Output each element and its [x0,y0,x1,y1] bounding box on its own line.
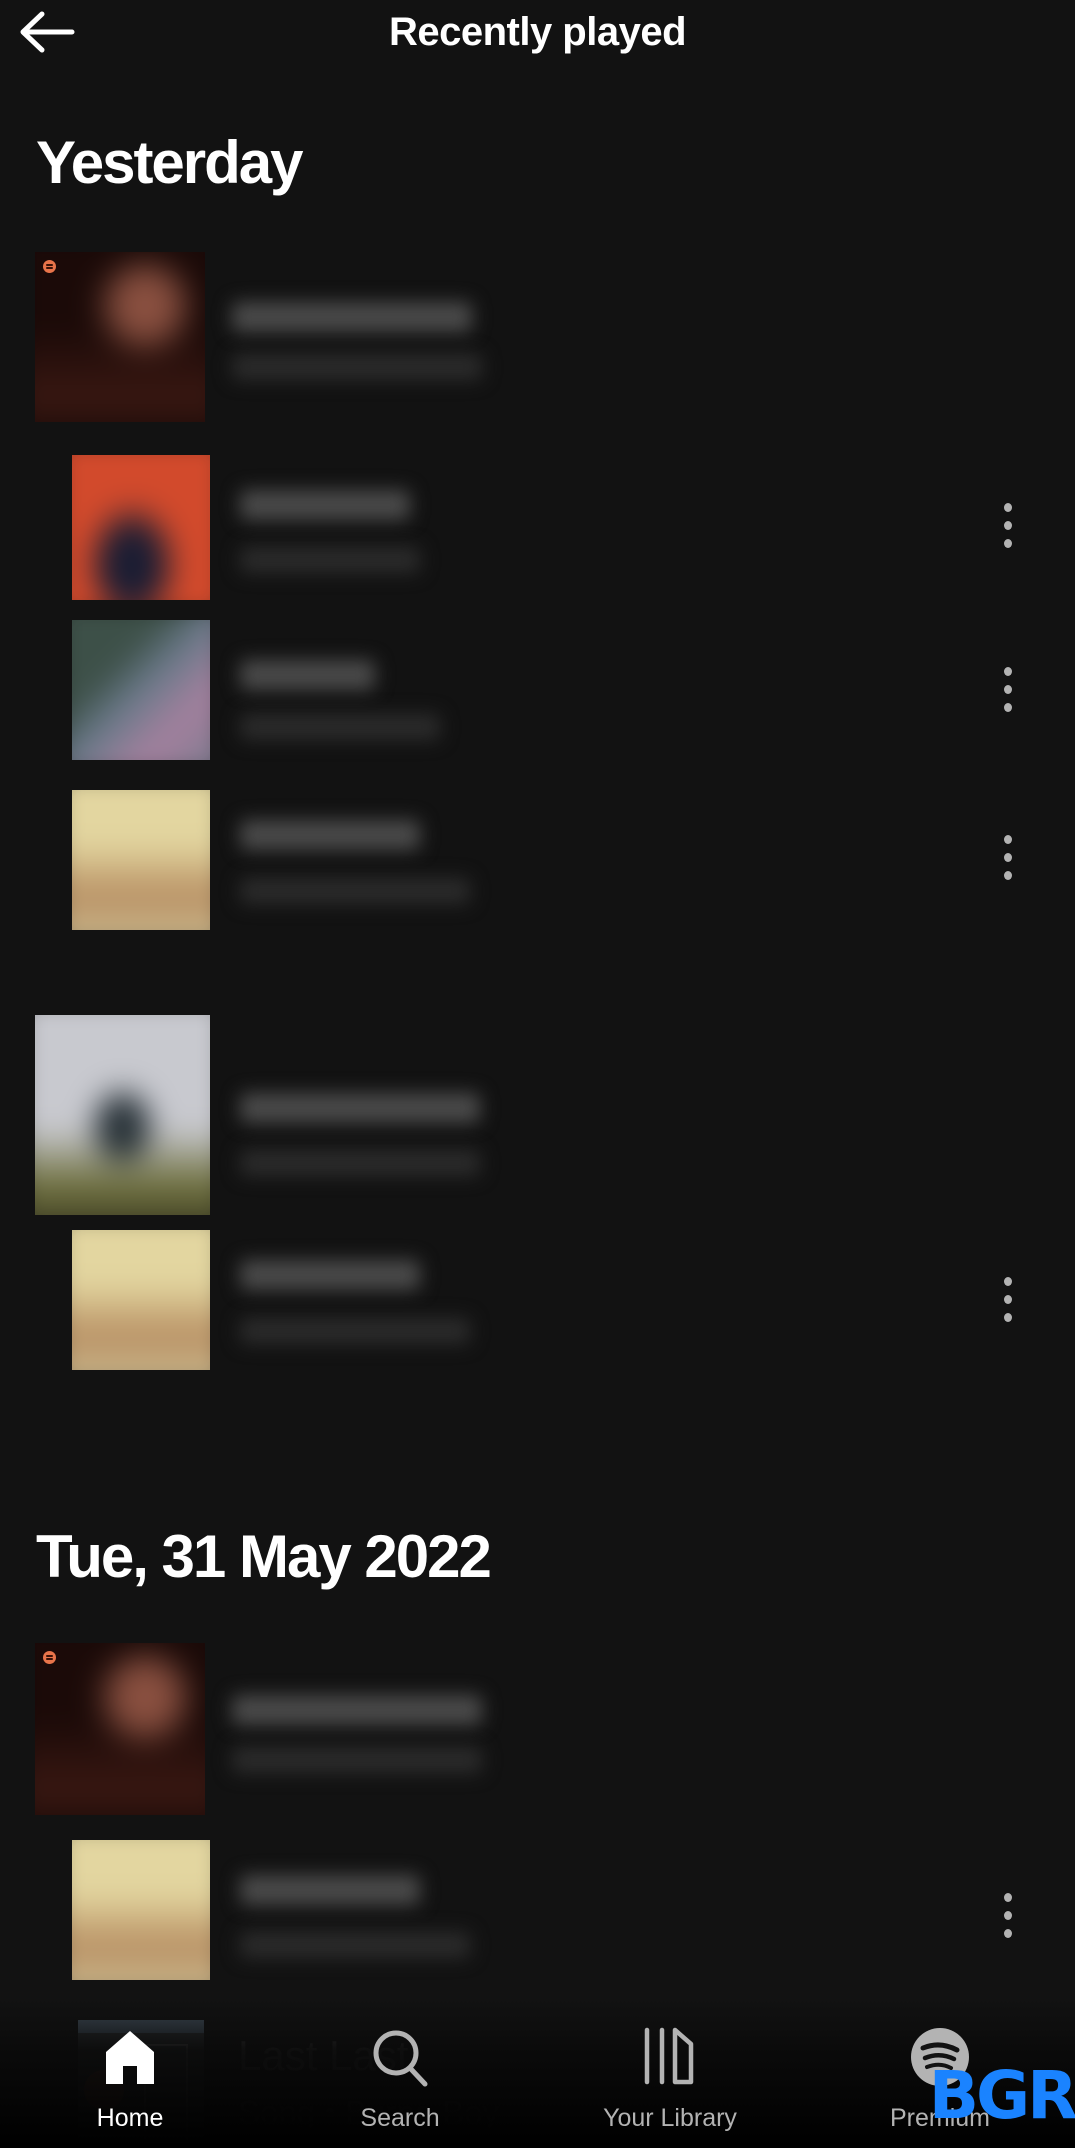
more-options-button[interactable] [993,1890,1023,1946]
item-subtitle-blurred [240,1150,480,1176]
item-title-blurred [240,660,375,690]
nav-home-label: Home [96,2104,164,2132]
song-cover [72,455,210,600]
list-item[interactable] [0,455,1075,600]
item-title-blurred [232,302,472,332]
item-subtitle-blurred [240,878,470,904]
song-cover [72,790,210,930]
nav-library-label: Your Library [603,2104,737,2132]
item-title-blurred [240,1875,420,1905]
nav-home[interactable]: Home [30,2008,230,2148]
list-item[interactable] [0,1230,1075,1370]
item-title-blurred [240,1260,420,1290]
item-subtitle-blurred [232,1747,482,1773]
item-subtitle-blurred [240,714,440,740]
search-icon [373,2030,428,2087]
page-title: Recently played [388,10,687,54]
item-title-blurred [240,820,420,850]
item-subtitle-blurred [240,1318,470,1344]
playlist-cover [35,1643,205,1815]
item-subtitle-blurred [232,354,482,380]
playlist-cover [35,1015,210,1215]
more-options-button[interactable] [993,664,1023,720]
section-heading-yesterday: Yesterday [36,129,304,196]
section-heading-date: Tue, 31 May 2022 [36,1523,492,1590]
bgr-watermark-logo: BGR [928,2057,1075,2134]
list-item[interactable] [0,790,1075,935]
library-icon [644,2027,694,2085]
nav-search-label: Search [360,2104,440,2132]
playlist-cover [35,252,205,422]
song-cover [72,1840,210,1980]
item-title-blurred [240,1093,480,1123]
item-subtitle-blurred [240,1932,470,1958]
more-options-button[interactable] [993,1274,1023,1330]
spotify-badge-icon [43,1651,56,1664]
more-options-button[interactable] [993,500,1023,556]
item-title-blurred [240,490,410,520]
nav-library[interactable]: Your Library [570,2008,770,2148]
item-title-blurred [232,1695,482,1725]
list-item[interactable] [0,252,1075,424]
bottom-navigation: Home Search Your Library Premium [0,1998,1075,2148]
item-subtitle-blurred [240,547,420,573]
list-item[interactable] [0,1015,1075,1215]
more-options-button[interactable] [993,832,1023,888]
nav-search[interactable]: Search [300,2008,500,2148]
song-cover [72,1230,210,1370]
list-item[interactable] [0,1840,1075,1980]
list-item[interactable] [0,620,1075,765]
list-item[interactable] [0,1643,1075,1815]
spotify-badge-icon [43,260,56,273]
song-cover [72,620,210,760]
home-icon [106,2031,154,2084]
